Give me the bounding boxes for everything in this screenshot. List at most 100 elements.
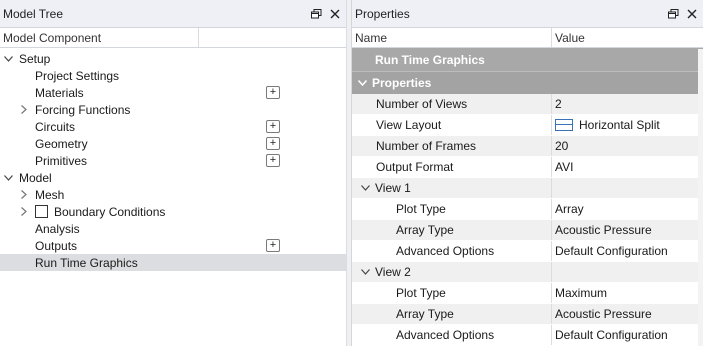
- chevron-down-icon[interactable]: [2, 169, 14, 186]
- property-value: Acoustic Pressure: [555, 307, 652, 321]
- chevron-down-icon[interactable]: [352, 80, 372, 86]
- tree-item-analysis[interactable]: Analysis: [0, 220, 346, 237]
- tree-item-model[interactable]: Model: [0, 169, 346, 186]
- name-column[interactable]: Name: [352, 28, 552, 47]
- property-name-cell: Advanced Options: [352, 325, 552, 345]
- property-row[interactable]: Number of Frames 20: [352, 136, 703, 157]
- tree-item-primitives[interactable]: Primitives +: [0, 152, 346, 169]
- property-name-cell: View Layout: [352, 115, 552, 135]
- tree-item-geometry[interactable]: Geometry +: [0, 135, 346, 152]
- property-name-cell: Advanced Options: [352, 241, 552, 261]
- property-row[interactable]: Plot Type Array: [352, 199, 703, 220]
- chevron-right-icon[interactable]: [18, 101, 30, 118]
- close-icon[interactable]: [327, 6, 343, 22]
- tree-item-label: Materials: [35, 85, 84, 100]
- add-button[interactable]: +: [266, 86, 280, 99]
- tree-item-mesh[interactable]: Mesh: [0, 186, 346, 203]
- tree-item-label: Project Settings: [35, 68, 120, 83]
- tree-item-circuits[interactable]: Circuits +: [0, 118, 346, 135]
- tree-item-label: Geometry: [35, 136, 88, 151]
- tree-item-label: Outputs: [35, 238, 78, 253]
- properties-grid: Number of Views 2 View Layout Horizontal Sp…: [352, 94, 703, 346]
- property-value: Default Configuration: [555, 244, 668, 258]
- add-button[interactable]: +: [266, 120, 280, 133]
- properties-section-bar[interactable]: Properties: [352, 71, 703, 94]
- chevron-down-icon[interactable]: [2, 50, 14, 67]
- property-value-cell[interactable]: 20: [552, 136, 703, 156]
- property-value: 2: [555, 97, 562, 111]
- property-group-row[interactable]: View 1: [352, 178, 703, 199]
- property-value-cell[interactable]: Default Configuration: [552, 325, 703, 345]
- property-row[interactable]: Output Format AVI: [352, 157, 703, 178]
- object-header-bar: Run Time Graphics: [352, 48, 703, 71]
- property-row[interactable]: Array Type Acoustic Pressure: [352, 304, 703, 325]
- close-icon[interactable]: [684, 6, 700, 22]
- tree-item-boundary-conditions[interactable]: Boundary Conditions: [0, 203, 346, 220]
- add-button[interactable]: +: [266, 239, 280, 252]
- property-value-cell[interactable]: AVI: [552, 157, 703, 177]
- property-value: AVI: [555, 160, 574, 174]
- chevron-down-icon[interactable]: [355, 185, 375, 191]
- tree-item-setup[interactable]: Setup: [0, 50, 346, 67]
- property-name: Advanced Options: [396, 244, 495, 258]
- tree-item-label: Mesh: [35, 187, 65, 202]
- property-value-cell[interactable]: 2: [552, 94, 703, 114]
- property-value-cell[interactable]: Acoustic Pressure: [552, 304, 703, 324]
- object-header-label: Run Time Graphics: [375, 52, 485, 67]
- property-row[interactable]: Number of Views 2: [352, 94, 703, 115]
- property-value-cell: [552, 178, 703, 198]
- property-name: Number of Frames: [376, 139, 477, 153]
- property-value-cell[interactable]: Default Configuration: [552, 241, 703, 261]
- property-row[interactable]: Array Type Acoustic Pressure: [352, 220, 703, 241]
- property-value-cell[interactable]: Maximum: [552, 283, 703, 303]
- tree-item-label: Forcing Functions: [35, 102, 131, 117]
- model-tree-column-header: Model Component: [0, 28, 346, 48]
- tree-item-label: Setup: [19, 51, 51, 66]
- tree-item-forcing-functions[interactable]: Forcing Functions: [0, 101, 346, 118]
- property-row[interactable]: Advanced Options Default Configuration: [352, 325, 703, 346]
- value-column[interactable]: Value: [552, 28, 703, 47]
- property-row[interactable]: Advanced Options Default Configuration: [352, 241, 703, 262]
- chevron-down-icon[interactable]: [355, 269, 375, 275]
- property-row[interactable]: View Layout Horizontal Split: [352, 115, 703, 136]
- property-name: Plot Type: [396, 202, 446, 216]
- restore-window-icon[interactable]: [308, 6, 324, 22]
- property-row[interactable]: Plot Type Maximum: [352, 283, 703, 304]
- property-value-cell[interactable]: Acoustic Pressure: [552, 220, 703, 240]
- model-component-column[interactable]: Model Component: [0, 28, 199, 47]
- property-name: Advanced Options: [396, 328, 495, 342]
- tree-item-label: Model: [19, 170, 52, 185]
- property-name-cell: Number of Views: [352, 94, 552, 114]
- chevron-right-icon[interactable]: [18, 186, 30, 203]
- tree-item-label: Analysis: [35, 221, 80, 236]
- tree-item-project-settings[interactable]: Project Settings: [0, 67, 346, 84]
- tree-item-label: Boundary Conditions: [54, 204, 166, 219]
- boundary-conditions-checkbox[interactable]: [35, 205, 48, 218]
- tree-item-label: Primitives: [35, 153, 88, 168]
- property-name: Array Type: [396, 223, 454, 237]
- tree-item-label: Circuits: [35, 119, 76, 134]
- add-button[interactable]: +: [266, 154, 280, 167]
- property-group-row[interactable]: View 2: [352, 262, 703, 283]
- model-tree-header: Model Tree: [0, 0, 346, 28]
- property-value-cell[interactable]: Array: [552, 199, 703, 219]
- scrollbar[interactable]: [698, 49, 703, 346]
- property-value: Acoustic Pressure: [555, 223, 652, 237]
- property-value: Array: [555, 202, 584, 216]
- add-button[interactable]: +: [266, 137, 280, 150]
- tree-item-outputs[interactable]: Outputs +: [0, 237, 346, 254]
- tree-item-run-time-graphics[interactable]: Run Time Graphics: [0, 254, 346, 271]
- chevron-right-icon[interactable]: [18, 203, 30, 220]
- property-value-cell[interactable]: Horizontal Split: [552, 115, 703, 135]
- property-value: Horizontal Split: [579, 118, 660, 132]
- property-name: Number of Views: [376, 97, 468, 111]
- model-tree-title: Model Tree: [3, 6, 64, 21]
- restore-window-icon[interactable]: [665, 6, 681, 22]
- property-name-cell: Array Type: [352, 304, 552, 324]
- tree-item-materials[interactable]: Materials +: [0, 84, 346, 101]
- property-name: Plot Type: [396, 286, 446, 300]
